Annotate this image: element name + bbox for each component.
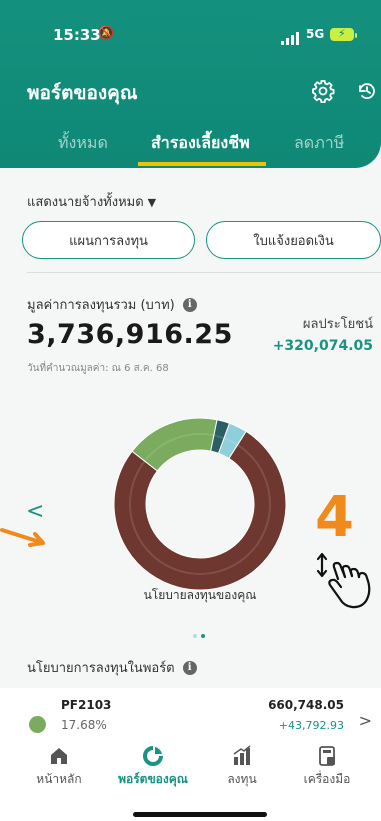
employer-selector[interactable]: แสดงนายจ้างทั้งหมด ▼ xyxy=(27,191,156,212)
fund-value: 660,748.05 xyxy=(268,698,344,712)
step-number: 4 xyxy=(315,485,354,550)
pagination-dot-active xyxy=(201,634,205,638)
chevron-right-icon[interactable]: > xyxy=(359,711,372,730)
bottom-navigation: หน้าหลัก พอร์ตของคุณ ลงทุน เครื่องมือ xyxy=(0,742,381,821)
policy-section-label: นโยบายการลงทุนในพอร์ต i xyxy=(27,657,197,678)
nav-portfolio-label: พอร์ตของคุณ xyxy=(118,772,188,786)
history-icon[interactable] xyxy=(356,80,378,102)
fund-row[interactable]: PF2103 17.68% 660,748.05 +43,792.93 > xyxy=(0,688,381,744)
fund-name: PF2103 xyxy=(61,698,112,712)
nav-portfolio[interactable]: พอร์ตของคุณ xyxy=(108,742,198,789)
status-time: 15:33 xyxy=(53,26,101,44)
policy-section-label-text: นโยบายการลงทุนในพอร์ต xyxy=(27,661,175,676)
total-value: 3,736,916.25 xyxy=(27,319,233,350)
divider xyxy=(27,272,381,273)
profit-value: +320,074.05 xyxy=(272,338,373,354)
fund-color-dot xyxy=(29,716,46,733)
fund-gain: +43,792.93 xyxy=(278,719,344,732)
info-icon[interactable]: i xyxy=(182,660,197,675)
signal-icon xyxy=(281,32,299,45)
nav-home-label: หน้าหลัก xyxy=(36,772,82,786)
portfolio-pie-icon xyxy=(143,746,163,766)
nav-tools[interactable]: เครื่องมือ xyxy=(282,742,372,789)
gear-icon[interactable] xyxy=(311,79,335,103)
statement-button[interactable]: ใบแจ้งยอดเงิน xyxy=(206,221,381,259)
employer-selector-label: แสดงนายจ้างทั้งหมด xyxy=(27,195,144,210)
caret-down-icon: ▼ xyxy=(147,196,157,209)
fund-percent: 17.68% xyxy=(61,718,107,732)
network-type: 5G xyxy=(306,27,325,41)
donut-ring-highlight xyxy=(129,433,271,575)
total-value-label-text: มูลค่าการลงทุนรวม (บาท) xyxy=(27,298,175,313)
investment-plan-button[interactable]: แผนการลงทุน xyxy=(22,221,195,259)
carousel-pagination xyxy=(193,634,205,638)
nav-home[interactable]: หน้าหลัก xyxy=(14,742,104,789)
tab-tax-saving[interactable]: ลดภาษี xyxy=(294,131,344,156)
total-value-label: มูลค่าการลงทุนรวม (บาท) i xyxy=(27,294,197,315)
tab-all[interactable]: ทั้งหมด xyxy=(58,131,108,156)
chevron-left-icon[interactable]: < xyxy=(26,499,44,524)
nav-invest[interactable]: ลงทุน xyxy=(197,742,287,789)
page-title: พอร์ตของคุณ xyxy=(27,82,138,104)
allocation-donut-chart[interactable] xyxy=(113,417,287,591)
home-icon xyxy=(51,748,67,764)
nav-tools-label: เครื่องมือ xyxy=(303,772,351,786)
chart-caption: นโยบายลงทุนของคุณ xyxy=(143,588,257,602)
valuation-date: วันที่คำนวณมูลค่า: ณ 6 ส.ค. 68 xyxy=(27,363,169,374)
tab-provident-fund[interactable]: สำรองเลี้ยงชีพ xyxy=(151,131,250,156)
nav-invest-label: ลงทุน xyxy=(227,772,257,786)
app-header: 15:33 🔕 5G ⚡ พอร์ตของคุณ ทั้งหมด สำรองเล… xyxy=(0,0,381,168)
invest-chart-icon xyxy=(233,745,251,765)
annotation-arrow-icon xyxy=(0,528,45,547)
battery-icon: ⚡ xyxy=(330,27,357,41)
info-icon[interactable]: i xyxy=(182,297,197,312)
home-indicator xyxy=(133,812,267,817)
portfolio-tabs: ทั้งหมด สำรองเลี้ยงชีพ ลดภาษี xyxy=(0,131,381,168)
silent-bell-icon: 🔕 xyxy=(98,26,115,41)
active-tab-indicator xyxy=(138,162,266,166)
pagination-dot xyxy=(193,634,197,638)
profit-label: ผลประโยชน์ xyxy=(302,317,373,332)
tools-calculator-icon xyxy=(319,746,335,766)
status-bar: 15:33 🔕 5G ⚡ xyxy=(0,26,381,48)
